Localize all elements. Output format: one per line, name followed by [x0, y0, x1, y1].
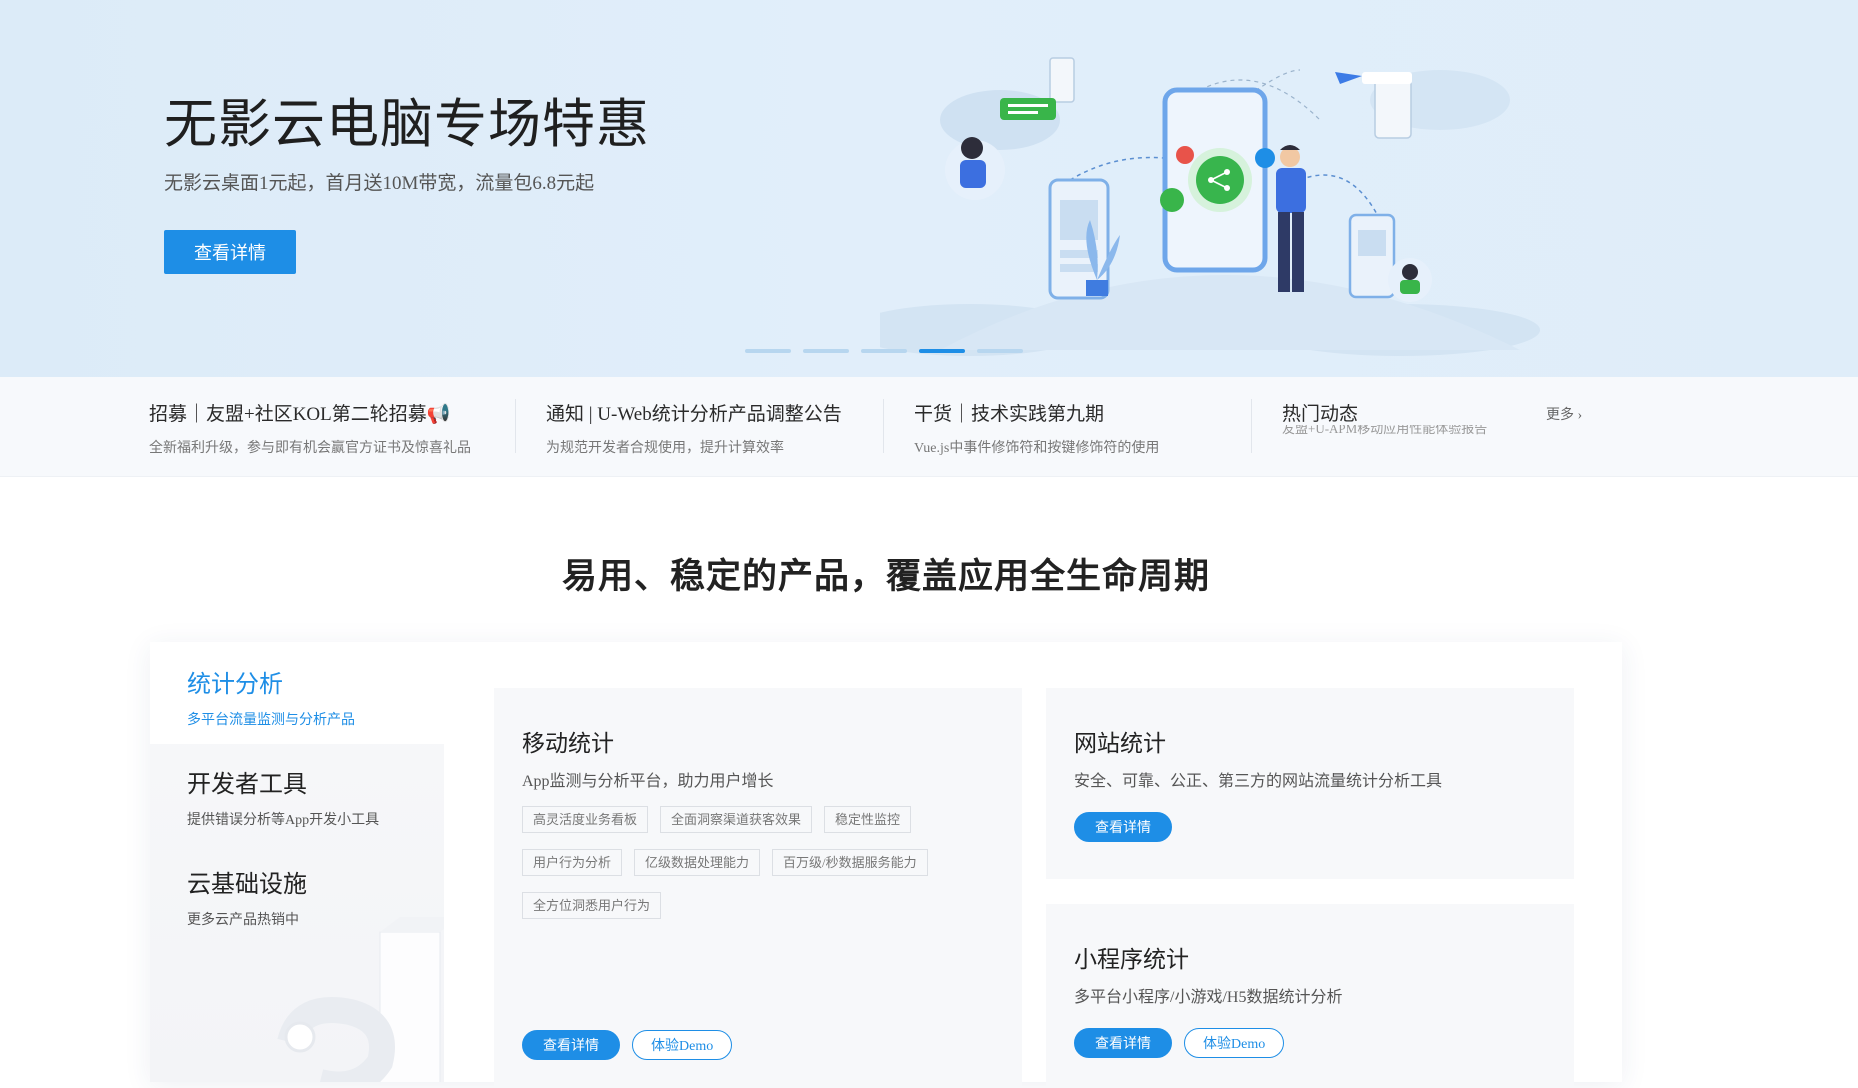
news-title[interactable]: 招募｜友盟+社区KOL第二轮招募📢	[149, 399, 471, 426]
mobile-detail-button[interactable]: 查看详情	[522, 1030, 620, 1060]
hero-subtitle: 无影云桌面1元起，首月送10M带宽，流量包6.8元起	[164, 173, 595, 194]
hero-illustration	[880, 57, 1540, 356]
feature-tags: 高灵活度业务看板 全面洞察渠道获客效果 稳定性监控 用户行为分析 亿级数据处理能…	[522, 806, 992, 919]
hot-news-ticker[interactable]: 友盟+U-APM移动应用性能体验报告	[1282, 425, 1512, 435]
news-desc: Vue.js中事件修饰符和按键修饰符的使用	[914, 441, 1160, 456]
hero-banner: 无影云电脑专场特惠 无影云桌面1元起，首月送10M带宽，流量包6.8元起 查看详…	[0, 0, 1858, 377]
hero-title: 无影云电脑专场特惠	[164, 96, 650, 154]
divider	[515, 399, 516, 453]
news-title[interactable]: 干货｜技术实践第九期	[914, 399, 1159, 426]
category-dev-tools[interactable]: 开发者工具 提供错误分析等App开发小工具	[150, 744, 444, 844]
category-list: 统计分析 多平台流量监测与分析产品 开发者工具 提供错误分析等App开发小工具 …	[150, 642, 444, 1082]
category-name: 云基础设施	[187, 872, 307, 898]
feature-tag: 百万级/秒数据服务能力	[772, 849, 928, 876]
divider	[1251, 399, 1252, 453]
section-title: 易用、稳定的产品，覆盖应用全生命周期	[561, 557, 1210, 596]
web-detail-button[interactable]: 查看详情	[1074, 812, 1172, 842]
news-item[interactable]: 招募｜友盟+社区KOL第二轮招募📢 全新福利升级，参与即有机会赢官方证书及惊喜礼…	[149, 399, 471, 457]
card-mobile-analytics: 移动统计 App监测与分析平台，助力用户增长 高灵活度业务看板 全面洞察渠道获客…	[494, 688, 1022, 1088]
feature-tag: 亿级数据处理能力	[634, 849, 761, 876]
category-desc: 提供错误分析等App开发小工具	[187, 813, 380, 828]
card-title: 小程序统计	[1074, 947, 1189, 972]
hero-detail-button[interactable]: 查看详情	[164, 230, 296, 274]
news-strip: 招募｜友盟+社区KOL第二轮招募📢 全新福利升级，参与即有机会赢官方证书及惊喜礼…	[0, 377, 1858, 477]
category-analytics[interactable]: 统计分析 多平台流量监测与分析产品	[150, 642, 444, 744]
news-desc: 全新福利升级，参与即有机会赢官方证书及惊喜礼品	[149, 441, 471, 456]
carousel-dot[interactable]	[977, 349, 1023, 353]
carousel-dots	[745, 349, 1023, 353]
news-item[interactable]: 通知 | U-Web统计分析产品调整公告 为规范开发者合规使用，提升计算效率	[546, 399, 842, 457]
hot-news: 热门动态	[1282, 399, 1358, 426]
divider	[883, 399, 884, 453]
category-name: 统计分析	[187, 672, 283, 698]
category-cloud-infra[interactable]: 云基础设施 更多云产品热销中	[150, 844, 444, 944]
card-miniprogram-analytics: 小程序统计 多平台小程序/小游戏/H5数据统计分析 查看详情 体验Demo	[1046, 904, 1574, 1088]
feature-tag: 用户行为分析	[522, 849, 623, 876]
carousel-dot-active[interactable]	[919, 349, 965, 353]
feature-tag: 全方位洞悉用户行为	[522, 892, 662, 919]
feature-tag: 稳定性监控	[824, 806, 912, 833]
card-desc: App监测与分析平台，助力用户增长	[522, 773, 774, 790]
mobile-demo-button[interactable]: 体验Demo	[632, 1030, 733, 1060]
mini-detail-button[interactable]: 查看详情	[1074, 1028, 1172, 1058]
more-link[interactable]: 更多 ›	[1546, 404, 1582, 424]
carousel-dot[interactable]	[861, 349, 907, 353]
news-desc: 为规范开发者合规使用，提升计算效率	[546, 441, 784, 456]
card-web-analytics: 网站统计 安全、可靠、公正、第三方的网站流量统计分析工具 查看详情	[1046, 688, 1574, 879]
hot-news-title: 热门动态	[1282, 404, 1359, 425]
feature-tag: 全面洞察渠道获客效果	[660, 806, 813, 833]
feature-tag: 高灵活度业务看板	[522, 806, 649, 833]
category-desc: 多平台流量监测与分析产品	[187, 713, 355, 728]
carousel-dot[interactable]	[803, 349, 849, 353]
carousel-dot[interactable]	[745, 349, 791, 353]
news-item[interactable]: 干货｜技术实践第九期 Vue.js中事件修饰符和按键修饰符的使用	[914, 399, 1159, 457]
category-name: 开发者工具	[187, 772, 307, 798]
mini-demo-button[interactable]: 体验Demo	[1184, 1028, 1285, 1058]
card-title: 网站统计	[1074, 731, 1166, 756]
news-title[interactable]: 通知 | U-Web统计分析产品调整公告	[546, 399, 842, 426]
card-desc: 安全、可靠、公正、第三方的网站流量统计分析工具	[1074, 773, 1443, 790]
category-desc: 更多云产品热销中	[187, 913, 299, 928]
card-desc: 多平台小程序/小游戏/H5数据统计分析	[1074, 989, 1343, 1006]
card-title: 移动统计	[522, 731, 614, 756]
